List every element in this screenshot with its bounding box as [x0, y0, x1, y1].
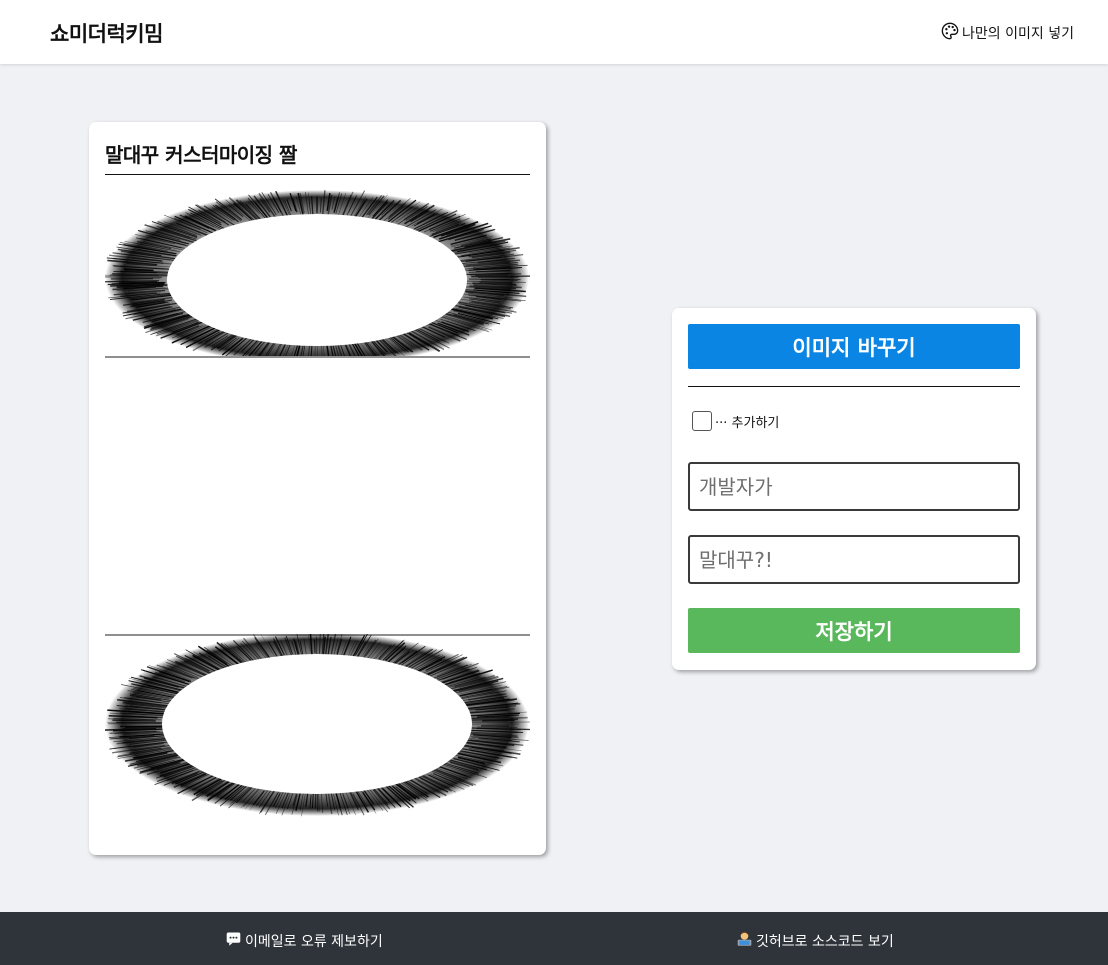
brand-logo[interactable]: 쇼미더럭키밈	[50, 18, 163, 48]
add-ellipsis-label: ··· 추가하기	[715, 415, 780, 431]
custom-image-link[interactable]: 나만의 이미지 넣기	[941, 22, 1074, 44]
top-navbar: 쇼미더럭키밈 나만의 이미지 넣기	[0, 0, 1108, 64]
preview-title: 말대꾸 커스터마이징 짤	[105, 143, 297, 167]
meme-preview-card: 말대꾸 커스터마이징 짤	[89, 122, 546, 855]
top-panel-border	[105, 356, 530, 358]
palette-icon	[941, 22, 959, 44]
add-ellipsis-option[interactable]: ··· 추가하기	[692, 411, 779, 431]
technologist-icon	[736, 930, 753, 951]
custom-image-link-label: 나만의 이미지 넣기	[962, 26, 1074, 42]
speech-bubble-icon	[225, 930, 242, 951]
github-source-label: 깃허브로 소스코드 보기	[756, 933, 894, 950]
github-source-link[interactable]: 깃허브로 소스코드 보기	[736, 930, 894, 951]
top-speech-burst-image	[105, 190, 530, 358]
top-text-input[interactable]	[688, 462, 1020, 511]
email-report-link[interactable]: 이메일로 오류 제보하기	[225, 930, 383, 951]
add-ellipsis-checkbox[interactable]	[692, 411, 712, 431]
email-report-label: 이메일로 오류 제보하기	[245, 933, 383, 950]
bottom-text-input[interactable]	[688, 535, 1020, 584]
footer: 이메일로 오류 제보하기 깃허브로 소스코드 보기	[0, 912, 1108, 965]
controls-divider	[688, 386, 1020, 387]
preview-divider	[105, 174, 530, 175]
bottom-speech-burst-image	[105, 634, 530, 817]
change-image-button[interactable]: 이미지 바꾸기	[688, 324, 1020, 369]
save-button[interactable]: 저장하기	[688, 608, 1020, 653]
editor-controls-card: 이미지 바꾸기 ··· 추가하기 저장하기	[672, 308, 1036, 670]
